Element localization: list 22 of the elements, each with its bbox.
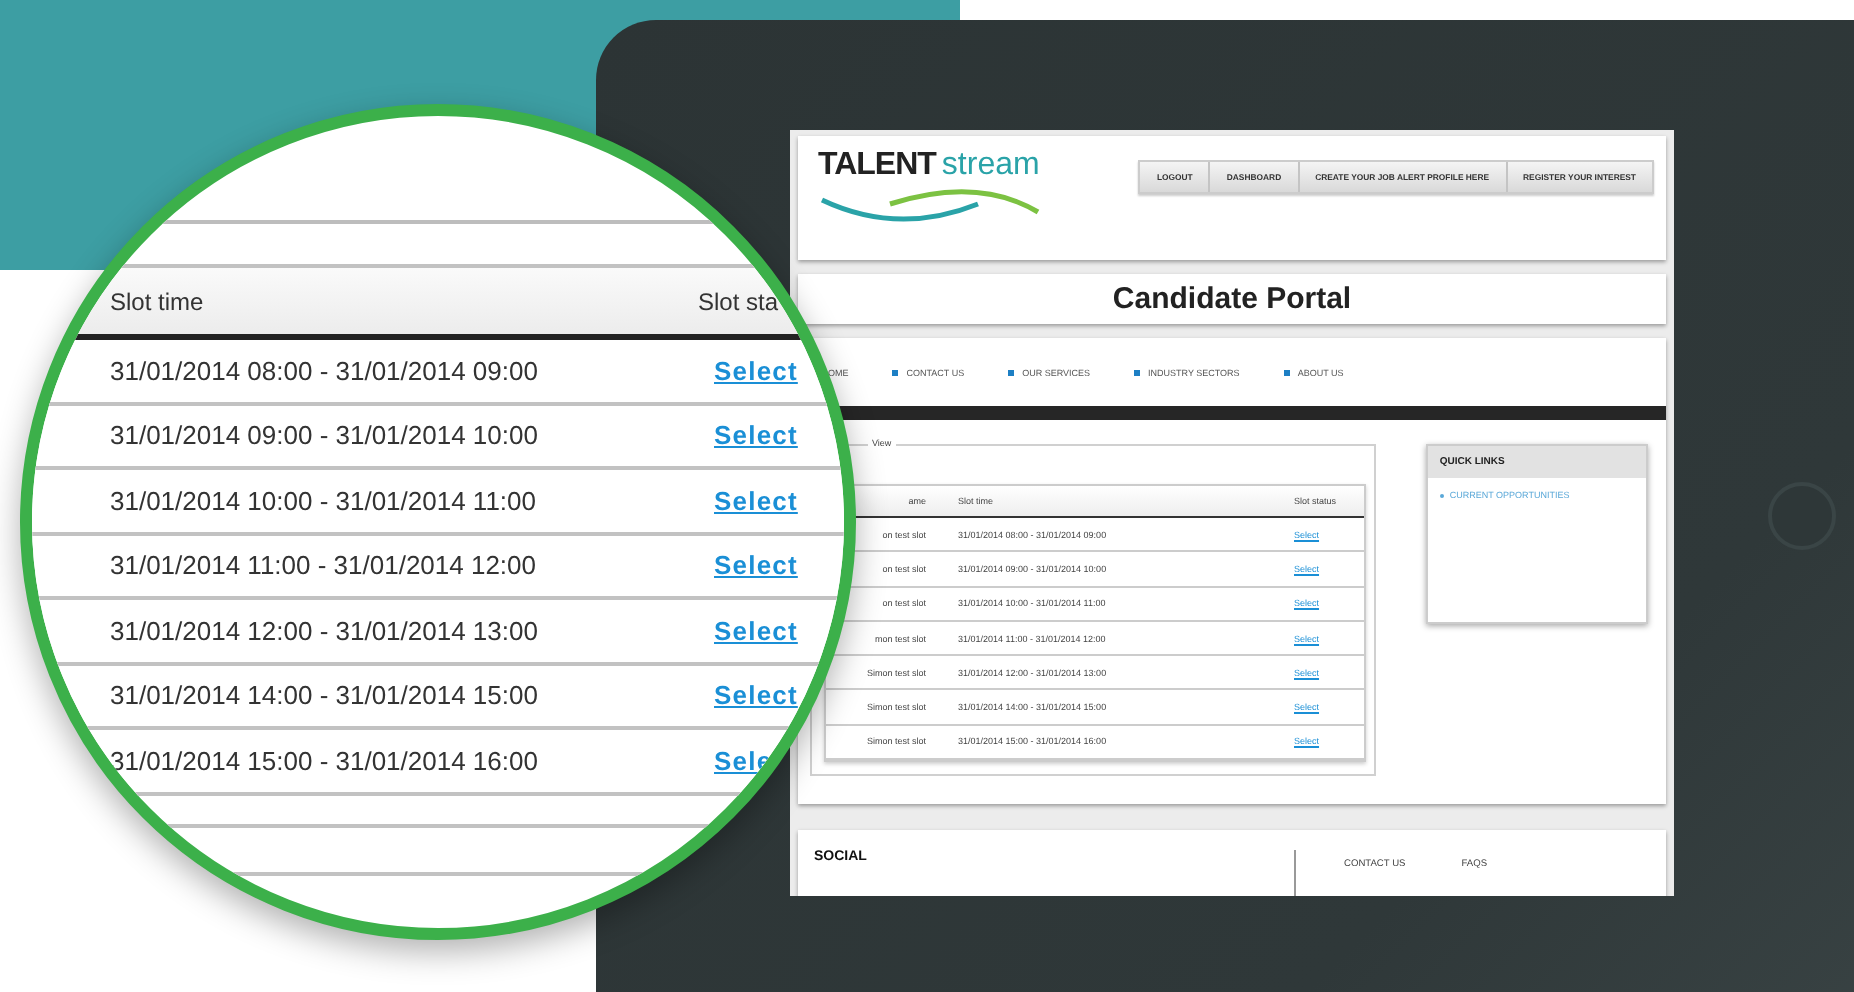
logo-text: TALENT <box>818 148 936 184</box>
swoosh-icon <box>818 184 1042 228</box>
select-link[interactable]: Select <box>714 420 798 451</box>
table-cell-text: 31/01/2014 15:00 - 31/01/2014 16:00 <box>110 745 540 776</box>
table-cell-text: 31/01/2014 10:00 - 31/01/2014 11:00 <box>110 485 539 516</box>
select-link[interactable]: Select <box>714 355 798 386</box>
bullet-icon <box>1134 369 1141 375</box>
table-cell-text: 31/01/2014 12:00 - 31/01/2014 13:00 <box>110 615 540 646</box>
table-cell-text: 31/01/2014 09:00 - 31/01/2014 10:00 <box>110 420 540 451</box>
table-cell-text: 31/01/2014 11:00 - 31/01/2014 12:00 <box>110 550 539 581</box>
bullet-icon <box>1008 369 1015 375</box>
table-cell-text: 31/01/2014 08:00 - 31/01/2014 09:00 <box>110 355 540 386</box>
column-header: Slot sta <box>698 287 781 315</box>
bullet-icon <box>1283 369 1290 375</box>
bullet-icon <box>892 369 899 375</box>
page-title: Candidate Portal <box>1112 282 1352 316</box>
select-link[interactable]: Select <box>714 615 798 646</box>
select-link[interactable]: Select <box>714 680 798 711</box>
logo-text: stream <box>941 148 1040 184</box>
select-link[interactable]: Select <box>714 550 798 581</box>
select-link[interactable]: Select <box>714 485 798 516</box>
table-cell-text: 31/01/2014 14:00 - 31/01/2014 15:00 <box>110 680 540 711</box>
